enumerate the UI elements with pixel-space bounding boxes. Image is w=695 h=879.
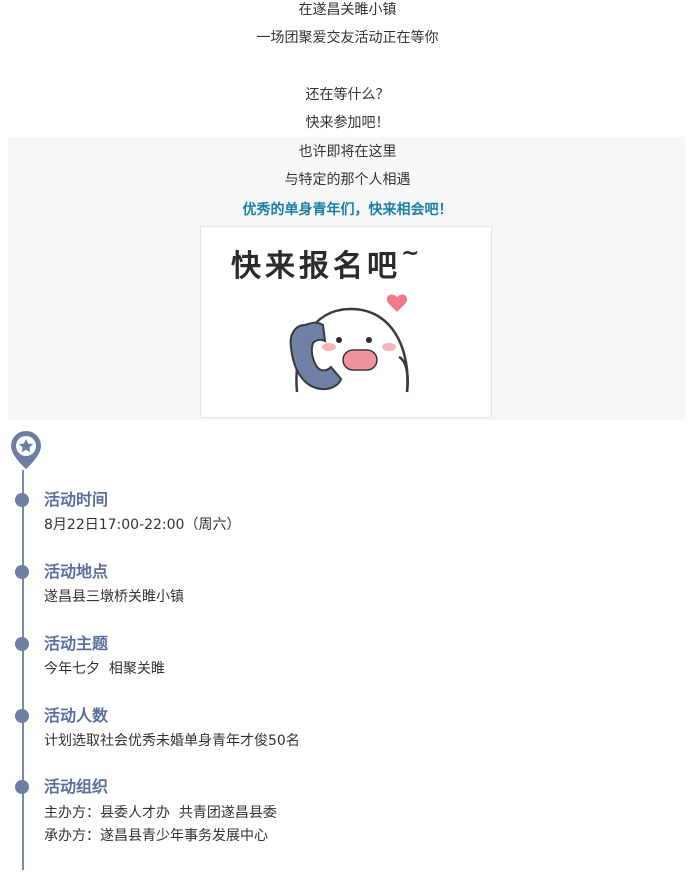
intro-line-2: 一场团聚爱交友活动正在等你 [256,30,439,46]
timeline-dot [15,493,29,507]
timeline-text: 8月22日17:00-22:00（周六） [44,517,241,533]
intro-highlight: 优秀的单身青年们，快来相会吧！ [242,202,453,218]
timeline-title: 活动组织 [44,777,109,796]
intro-line-5: 也许即将在这里 [298,144,397,160]
intro-line-4: 快来参加吧！ [305,115,390,131]
ghost-phone-illustration [289,294,409,393]
timeline-title: 活动地点 [44,562,109,581]
timeline-title: 活动时间 [44,490,109,509]
intro-line-3: 还在等什么？ [305,87,390,103]
location-pin-icon [11,431,41,469]
timeline-dot [15,565,29,579]
intro-line-6: 与特定的那个人相遇 [284,172,411,188]
timeline-text: 今年七夕 相聚关睢 [44,661,165,677]
timeline-text: 遂昌县三墩桥关睢小镇 [44,589,184,605]
signup-sticker: 快来报名吧~ [200,226,492,418]
timeline-text: 承办方：遂昌县青少年事务发展中心 [44,828,268,844]
ghost-cheek-right [382,343,396,351]
timeline-title: 活动人数 [44,706,109,725]
timeline-line [22,470,24,870]
timeline-title: 活动主题 [44,634,109,653]
timeline-text: 计划选取社会优秀未婚单身青年才俊50名 [44,733,300,749]
timeline-dot [15,780,29,794]
intro-line-1: 在遂昌关睢小镇 [298,2,397,18]
ghost-eye-left [336,337,342,343]
ghost-mouth [342,349,378,371]
ghost-eye-right [366,337,372,343]
timeline-text: 主办方：县委人才办 共青团遂昌县委 [44,805,277,821]
timeline-dot [15,637,29,651]
ghost-cheek-left [322,343,336,351]
heart-icon [386,294,408,312]
timeline-dot [15,709,29,723]
